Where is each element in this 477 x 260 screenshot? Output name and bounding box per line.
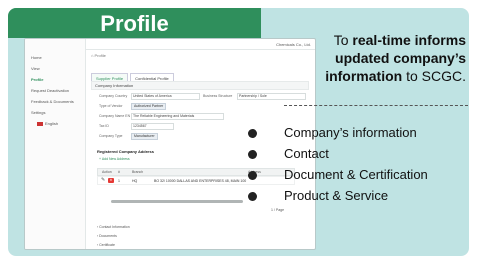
- sidebar-item-profile[interactable]: Profile: [31, 77, 43, 82]
- row-number: 1: [118, 178, 120, 183]
- sidebar: Home View Profile Request Deactivation F…: [25, 39, 86, 249]
- slide-headline: To real-time informs updated company’s i…: [306, 31, 466, 85]
- field-input[interactable]: The Reliable Engineering and Materials: [131, 113, 224, 120]
- section-contact-label: Contact Information: [99, 225, 130, 229]
- delete-icon[interactable]: ✕: [108, 178, 114, 183]
- column-header: #: [118, 170, 120, 174]
- headline-post: to SCGC.: [402, 68, 466, 84]
- column-header: Branch: [132, 170, 144, 174]
- language-label: English: [45, 121, 59, 126]
- horizontal-scrollbar[interactable]: [111, 200, 243, 203]
- row-address: BO 32/ 10000 DALLAS AND ENTERPRISES 48, …: [154, 178, 247, 183]
- section-documents[interactable]: › Documents: [97, 234, 117, 238]
- bullet-icon: [248, 129, 257, 138]
- field-label: Tax ID: [99, 124, 109, 128]
- bullet-item: Company’s information: [284, 125, 417, 140]
- sidebar-item-view[interactable]: View: [31, 66, 40, 71]
- title-banner: Profile: [8, 8, 261, 38]
- column-header: Action: [102, 170, 112, 174]
- divider: [284, 105, 468, 106]
- section-company-info[interactable]: Company Information: [91, 81, 309, 90]
- bullet-icon: [248, 192, 257, 201]
- pagination[interactable]: 1 / Page: [271, 208, 284, 212]
- section-certificate[interactable]: › Certificate: [97, 243, 115, 247]
- bullet-item: Contact: [284, 146, 329, 161]
- app-screenshot: Home View Profile Request Deactivation F…: [24, 38, 316, 250]
- bullet-item: Document & Certification: [284, 167, 428, 182]
- section-contact[interactable]: › Contact Information: [97, 225, 130, 229]
- field-label: Company Type: [99, 134, 123, 138]
- sidebar-item-settings[interactable]: Settings: [31, 110, 45, 115]
- headline-pre: To: [333, 32, 353, 48]
- flag-icon: [37, 121, 43, 126]
- section-documents-label: Documents: [99, 234, 117, 238]
- sidebar-item-feedback[interactable]: Feedback & Documents: [31, 99, 74, 104]
- breadcrumb-label: Profile: [94, 53, 106, 58]
- sidebar-item-home[interactable]: Home: [31, 55, 42, 60]
- slide-title: Profile: [100, 11, 169, 36]
- field-label: Company Country: [99, 94, 128, 98]
- language-selector[interactable]: English: [35, 121, 58, 126]
- add-address-button[interactable]: + Add New Address: [99, 157, 130, 161]
- section-certificate-label: Certificate: [99, 243, 115, 247]
- bullet-icon: [248, 150, 257, 159]
- top-bar: Chemicals Co., Ltd.: [85, 39, 315, 50]
- company-type-tag: Manufacturer: [131, 133, 158, 140]
- registered-address-title: Registered Company Address: [97, 149, 154, 154]
- vendor-type-tag: Authorized Partner: [131, 103, 167, 110]
- field-label: Type of Vendor: [99, 104, 123, 108]
- field-label: Business Structure: [203, 94, 233, 98]
- bullet-item: Product & Service: [284, 188, 389, 203]
- row-branch: HQ: [132, 178, 138, 183]
- breadcrumb: ⌂ Profile: [91, 53, 106, 58]
- field-input[interactable]: United States of America: [131, 93, 200, 100]
- field-label: Company Name EN: [99, 114, 131, 118]
- bullet-icon: [248, 171, 257, 180]
- sidebar-item-request[interactable]: Request Deactivation: [31, 88, 69, 93]
- table-header: Action # Branch Address: [97, 168, 295, 176]
- field-input[interactable]: 1234567: [131, 123, 174, 130]
- field-input[interactable]: Partnership / Sole: [237, 93, 306, 100]
- edit-icon[interactable]: ✎: [101, 177, 105, 183]
- table-row: ✎ ✕ 1 HQ BO 32/ 10000 DALLAS AND ENTERPR…: [97, 176, 295, 185]
